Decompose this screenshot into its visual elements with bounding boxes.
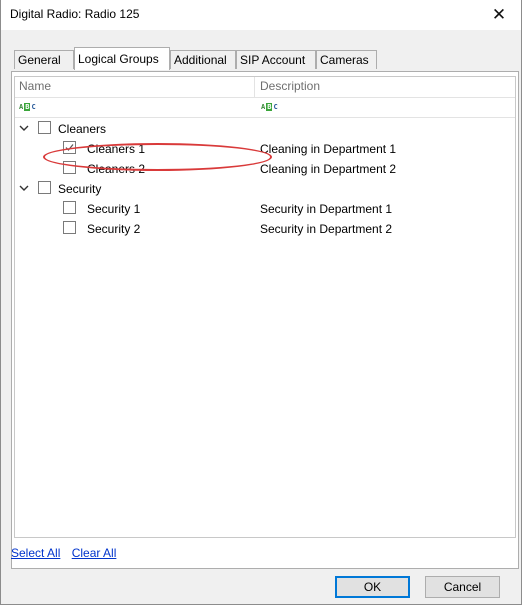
- tree-row-security-1[interactable]: Security 1 Security in Department 1: [15, 199, 515, 219]
- tab-label: Additional: [174, 53, 227, 67]
- tab-panel-logical-groups: Name Description ABC ABC Cleaners Cleane…: [11, 71, 519, 569]
- checkbox-security-1[interactable]: [63, 201, 76, 214]
- tab-label: SIP Account: [240, 53, 306, 67]
- chevron-down-icon[interactable]: [18, 122, 30, 134]
- row-description: Cleaning in Department 2: [260, 162, 397, 176]
- tab-label: Logical Groups: [78, 52, 159, 66]
- row-description: Security in Department 2: [260, 222, 393, 236]
- description-filter-icon[interactable]: ABC: [261, 102, 278, 111]
- dialog-window: Digital Radio: Radio 125 ✕ General Logic…: [0, 0, 522, 605]
- row-label: Security: [58, 182, 102, 196]
- checkbox-cleaners-2[interactable]: [63, 161, 76, 174]
- tree-row-security-2[interactable]: Security 2 Security in Department 2: [15, 219, 515, 239]
- name-filter-icon[interactable]: ABC: [19, 102, 36, 111]
- column-header-description[interactable]: Description: [257, 77, 320, 97]
- row-label: Cleaners 2: [87, 162, 146, 176]
- checkbox-security[interactable]: [38, 181, 51, 194]
- column-header-name[interactable]: Name: [15, 77, 255, 97]
- row-description: Security in Department 1: [260, 202, 393, 216]
- row-label: Security 2: [87, 222, 141, 236]
- ok-button[interactable]: OK: [335, 576, 410, 598]
- checkbox-cleaners-1[interactable]: [63, 141, 76, 154]
- select-all-link[interactable]: Select All: [11, 546, 60, 560]
- clear-all-link[interactable]: Clear All: [72, 546, 117, 560]
- grid-header: Name Description: [15, 77, 515, 98]
- chevron-down-icon[interactable]: [18, 182, 30, 194]
- tab-cameras[interactable]: Cameras: [316, 50, 377, 69]
- row-label: Cleaners: [58, 122, 107, 136]
- row-description: Cleaning in Department 1: [260, 142, 397, 156]
- close-button[interactable]: ✕: [477, 0, 521, 30]
- tab-sip-account[interactable]: SIP Account: [236, 50, 316, 69]
- checkbox-security-2[interactable]: [63, 221, 76, 234]
- tab-logical-groups[interactable]: Logical Groups: [74, 47, 170, 70]
- checkmark-icon: [65, 144, 74, 151]
- cancel-button[interactable]: Cancel: [425, 576, 500, 598]
- tab-strip: General Logical Groups Additional SIP Ac…: [14, 47, 394, 72]
- tab-label: General: [18, 53, 61, 67]
- logical-groups-tree-grid[interactable]: Name Description ABC ABC Cleaners Cleane…: [14, 76, 516, 538]
- close-icon: ✕: [491, 5, 507, 24]
- window-title: Digital Radio: Radio 125: [10, 7, 140, 21]
- tree-row-cleaners[interactable]: Cleaners: [15, 119, 515, 139]
- tree-row-cleaners-1[interactable]: Cleaners 1 Cleaning in Department 1: [15, 139, 515, 159]
- row-label: Cleaners 1: [87, 142, 146, 156]
- tab-additional[interactable]: Additional: [170, 50, 236, 69]
- row-label: Security 1: [87, 202, 141, 216]
- filter-row: ABC ABC: [15, 97, 515, 118]
- tree-row-security[interactable]: Security: [15, 179, 515, 199]
- checkbox-cleaners[interactable]: [38, 121, 51, 134]
- tab-general[interactable]: General: [14, 50, 74, 69]
- title-bar: Digital Radio: Radio 125 ✕: [1, 0, 521, 30]
- tab-label: Cameras: [320, 53, 369, 67]
- selection-links: Select All Clear All: [11, 546, 116, 560]
- tree-row-cleaners-2[interactable]: Cleaners 2 Cleaning in Department 2: [15, 159, 515, 179]
